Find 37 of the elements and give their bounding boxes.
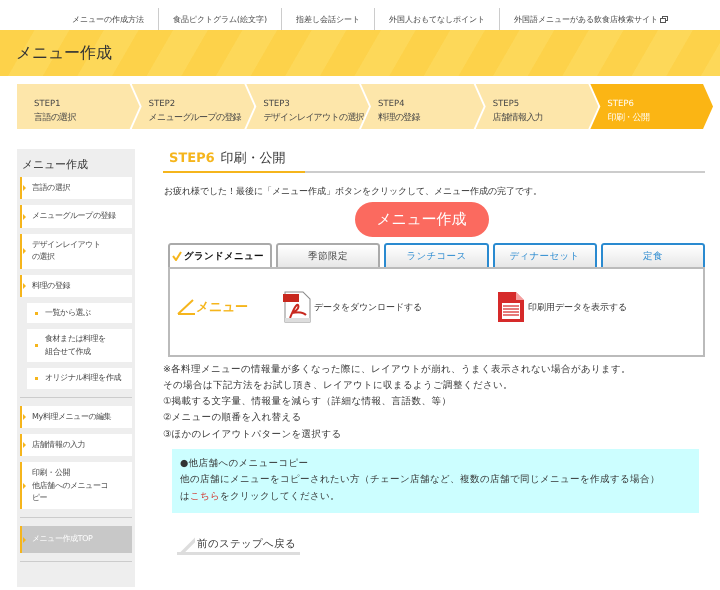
sidebar-item[interactable]: デザインレイアウト の選択 [20,234,132,269]
info-text: 他の店舗にメニューをコピーされたい方（チェーン店舗など、複数の店舗で同じメニューを作成する場合） は こちら をクリックしてください。 [180,473,661,504]
step-number: STEP6 [169,151,215,166]
sidebar-subitem[interactable]: 一覧から選ぶ [27,302,132,324]
download-link[interactable]: データをダウンロードする [314,300,422,314]
menu-logo: メニュー [196,299,248,316]
download-link[interactable]: 印刷用データを表示する [528,300,627,314]
sidebar-item[interactable]: 印刷・公開 他店舗へのメニューコ ピー [20,462,132,510]
sidebar-subitem[interactable]: オリジナル料理を作成 [27,368,132,389]
angle-icon [176,298,196,316]
sidebar-item[interactable]: 店舗情報の入力 [20,434,132,456]
check-icon [172,251,182,261]
nav-link[interactable]: メニューの作成方法 [58,8,158,30]
sidebar-subitem[interactable]: 食材または料理を 組合せて作成 [27,329,132,362]
step-tab[interactable]: STEP3 デザインレイアウトの選択 [246,84,370,129]
info-heading: ●他店舗へのメニューコピー [180,456,310,471]
back-link[interactable]: 前のステップへ戻る [177,534,300,555]
note-text: ①掲載する文字量、情報量を減らす（詳細な情報、言語数、等） [163,395,453,410]
step-tab[interactable]: STEP5 店舗情報入力 [476,84,598,129]
sidebar-item[interactable]: 料理の登録 [20,274,132,297]
note-text: ③ほかのレイアウトパターンを選択する [163,428,343,442]
note-text: ②メニューの順番を入れ替える [163,411,303,426]
menu-tab[interactable]: グランドメニュー [168,243,272,267]
page-title: メニュー作成 [16,42,112,64]
step-tab[interactable]: STEP2 メニューグループの登録 [132,84,254,129]
note-text: ※各料理メニューの情報量が多くなった際に、レイアウトが崩れ、うまく表示されない場合があります。 [163,363,632,377]
intro-text: お疲れ様でした！最後に「メニュー作成」ボタンをクリックして、メニュー作成の完了です。 [164,186,543,198]
sidebar-item[interactable]: My料理メニューの編集 [20,406,132,428]
here-link[interactable]: こちら [190,490,220,502]
pdf-file-icon [496,291,526,323]
note-text: その場合は下記方法をお試し頂き、レイアウトに収まるようご調整ください。 [163,379,514,394]
step-tab[interactable]: STEP1 言語の選択 [17,84,140,129]
sidebar-title: メニュー作成 [22,157,89,172]
section-title: 印刷・公開 [220,150,286,167]
sidebar-item[interactable]: メニューグループの登録 [20,205,132,228]
sidebar-item[interactable]: 言語の選択 [20,177,132,200]
pdf-file-icon [282,291,312,323]
